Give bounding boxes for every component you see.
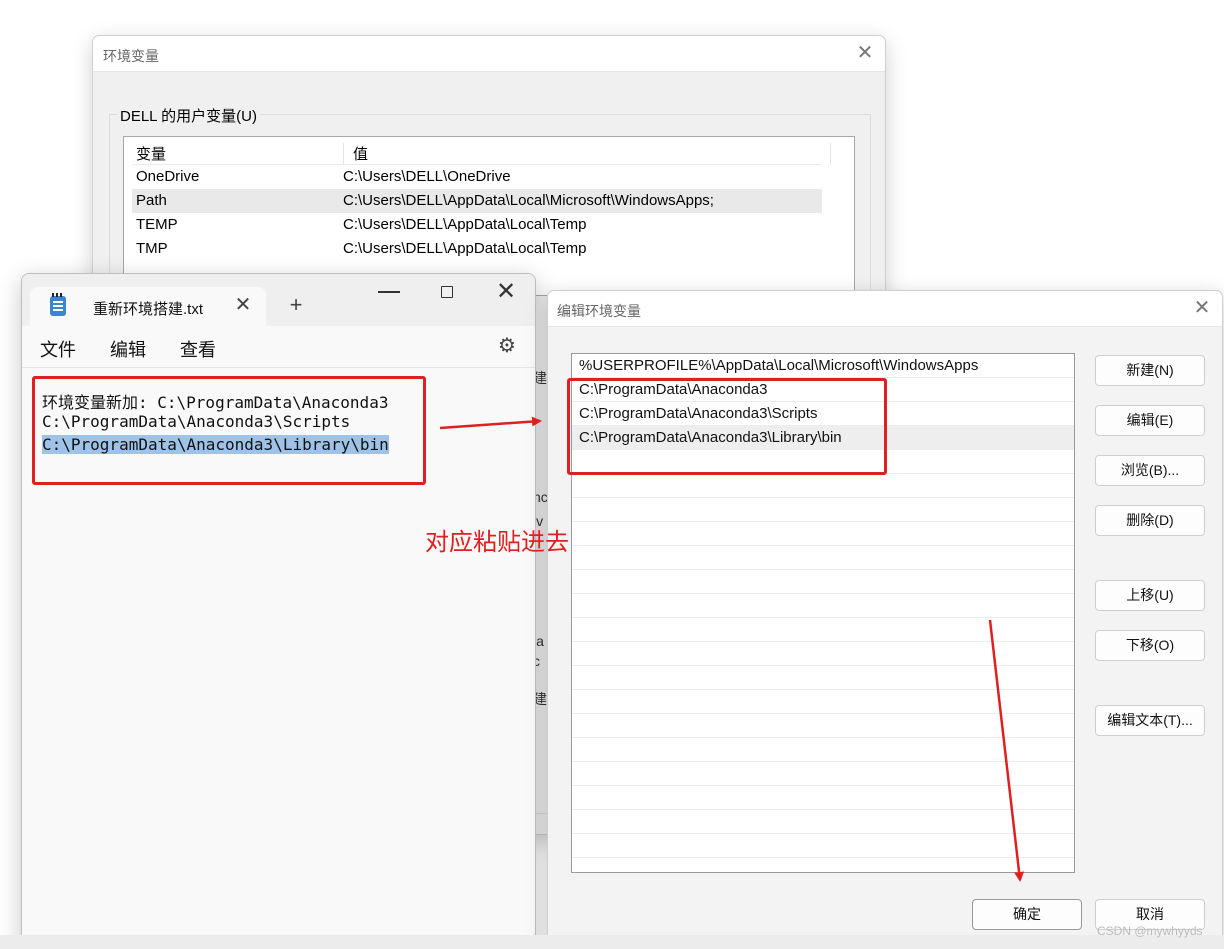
taskbar-strip [0, 935, 1224, 949]
annotation-arrows [439, 416, 1025, 882]
watermark: CSDN @mywhyyds [1097, 924, 1203, 938]
arrow-to-ok-button [988, 619, 1025, 882]
arrow-to-edit-dialog [439, 416, 542, 430]
